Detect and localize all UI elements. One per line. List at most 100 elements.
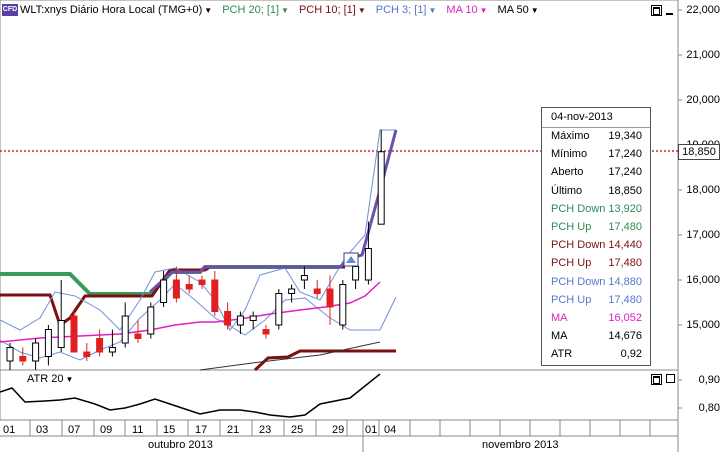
candle-body[interactable] — [364, 248, 372, 281]
data-window-row: Máximo 19,340 — [542, 128, 650, 146]
candle-body[interactable] — [121, 315, 129, 344]
candle-body[interactable] — [108, 347, 116, 353]
atr-label-text: ATR 20 — [27, 373, 64, 385]
candle-body[interactable] — [96, 338, 104, 353]
candle-body[interactable] — [249, 315, 257, 321]
legend-ma10-label: MA 10 — [446, 4, 478, 16]
data-window-row-value: 14,440 — [608, 239, 642, 252]
minimize-atr-panel-button[interactable] — [666, 374, 675, 383]
cfd-badge: CFD — [2, 4, 18, 16]
data-window-row-label: PCH Down — [551, 275, 606, 288]
candle-body[interactable] — [6, 347, 14, 362]
data-window-row: Último 18,850 — [542, 183, 650, 201]
candle-body[interactable] — [224, 311, 232, 326]
legend-pch3-label: PCH 3; [1] — [375, 4, 427, 16]
candle-body[interactable] — [339, 284, 347, 326]
candle-body[interactable] — [172, 279, 180, 299]
y-tick-label: 21,000 — [686, 49, 720, 61]
data-window-row: PCH Up 17,480 — [542, 292, 650, 310]
data-window-row-label: Mínimo — [551, 148, 588, 161]
data-window-row-value: 16,052 — [608, 312, 642, 324]
atr-indicator-label[interactable]: ATR 20 ▼ — [27, 373, 73, 385]
data-window-row: MA 16,052 — [542, 310, 650, 328]
x-tick-label: 23 — [259, 424, 272, 436]
x-tick-label: 29 — [332, 424, 345, 436]
candle-body[interactable] — [160, 279, 168, 303]
atr-tick-label: 0,90 — [698, 374, 720, 386]
data-window-row: ATR 0,92 — [542, 346, 650, 364]
data-window-row: Aberto 17,240 — [542, 164, 650, 182]
y-axis-ticks — [678, 9, 682, 409]
data-window-row-value: 14,676 — [608, 330, 642, 343]
x-tick-label: 07 — [68, 424, 81, 436]
x-tick-label: 01 — [3, 424, 16, 436]
candle-body[interactable] — [236, 315, 244, 326]
candle-body[interactable] — [300, 275, 308, 281]
legend-ma50[interactable]: MA 50 ▼ — [498, 4, 539, 16]
data-window-date: 04-nov-2013 — [551, 111, 613, 123]
x-tick-label: 11 — [132, 424, 144, 436]
candle-body[interactable] — [377, 151, 385, 225]
candle-body[interactable] — [19, 356, 27, 362]
data-window-row-value: 18,850 — [608, 184, 642, 197]
data-window-row: PCH Down 14,880 — [542, 274, 650, 292]
legend-pch20-label: PCH 20; [1] — [222, 4, 280, 16]
chevron-down-icon: ▼ — [479, 5, 488, 15]
candle-body[interactable] — [44, 329, 52, 357]
chevron-down-icon: ▼ — [281, 5, 289, 15]
data-window-row-label: Aberto — [551, 166, 584, 179]
x-tick-label: 04 — [384, 424, 397, 436]
y-tick-label: 17,000 — [686, 229, 720, 241]
candle-body[interactable] — [57, 320, 65, 348]
x-tick-label: 25 — [291, 424, 304, 436]
legend-pch10[interactable]: PCH 10; [1] ▼ — [299, 4, 366, 16]
candle-body[interactable] — [32, 342, 40, 362]
candle-body[interactable] — [83, 351, 91, 357]
candle-body[interactable] — [326, 288, 334, 308]
data-window-row-value: 13,920 — [608, 202, 642, 215]
y-tick-label: 22,000 — [686, 4, 720, 16]
candle-body[interactable] — [288, 288, 296, 294]
candle-body[interactable] — [352, 266, 360, 281]
legend-pch3[interactable]: PCH 3; [1] ▼ — [376, 4, 437, 16]
candle-body[interactable] — [211, 279, 219, 312]
data-window-row-value: 19,340 — [608, 130, 642, 142]
y-tick-label: 20,000 — [686, 94, 720, 106]
data-window-row-label: PCH Down — [551, 239, 606, 252]
chevron-down-icon: ▼ — [65, 374, 74, 384]
y-tick-label: 18,000 — [686, 184, 720, 196]
data-window-row-label: Máximo — [551, 130, 590, 142]
y-tick-label: 16,000 — [686, 274, 720, 286]
data-window-row: PCH Down 13,920 — [542, 201, 650, 219]
x-tick-label: 15 — [163, 424, 176, 436]
atr-panel — [0, 369, 679, 421]
minimize-price-panel-button[interactable] — [666, 12, 673, 15]
data-window-row-label: MA — [551, 312, 568, 324]
candle-body[interactable] — [134, 333, 142, 339]
data-window-row-value: 17,480 — [608, 293, 642, 306]
data-window-row-value: 14,880 — [608, 275, 642, 288]
data-window-row: PCH Up 17,480 — [542, 255, 650, 273]
data-window-row: PCH Up 17,480 — [542, 219, 650, 237]
data-window-row-label: PCH Up — [551, 257, 592, 270]
legend-symbol[interactable]: WLT:xnys Diário Hora Local (TMG+0) ▼ — [20, 4, 212, 16]
candle-body[interactable] — [198, 279, 206, 285]
candle-body[interactable] — [262, 329, 270, 335]
atr-tick-label: 0,80 — [698, 402, 720, 414]
data-window: 04-nov-2013 Máximo 19,340 Mínimo 17,240 Aber… — [541, 107, 651, 366]
candle-body[interactable] — [147, 306, 155, 335]
legend-pch20[interactable]: PCH 20; [1] ▼ — [222, 4, 289, 16]
maximize-atr-panel-button[interactable] — [651, 374, 662, 385]
data-window-row-label: Último — [551, 184, 583, 197]
legend-ma10[interactable]: MA 10 ▼ — [446, 4, 487, 16]
legend-ma50-label: MA 50 — [497, 4, 529, 16]
data-window-row-value: 17,480 — [608, 221, 642, 233]
month-label: outubro 2013 — [148, 439, 213, 451]
candle-body[interactable] — [70, 315, 78, 353]
chevron-down-icon: ▼ — [204, 5, 213, 15]
data-window-row: MA 14,676 — [542, 328, 650, 346]
maximize-price-panel-button[interactable] — [651, 5, 662, 16]
candle-body[interactable] — [313, 288, 321, 294]
candle-body[interactable] — [185, 284, 193, 290]
candle-body[interactable] — [275, 293, 283, 326]
